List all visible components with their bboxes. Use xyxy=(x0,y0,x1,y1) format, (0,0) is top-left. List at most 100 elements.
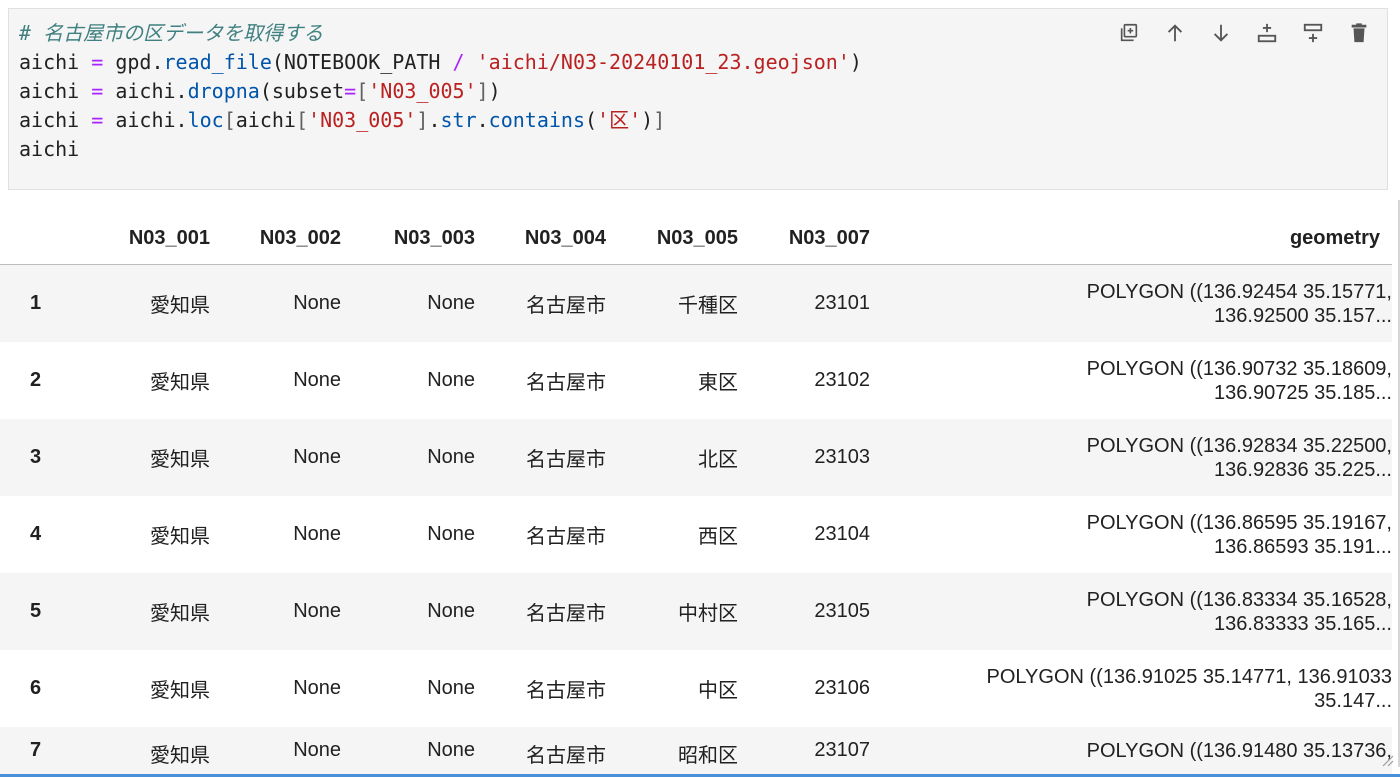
code-token: aichi xyxy=(19,50,92,74)
code-token: [ xyxy=(223,108,236,132)
cell-n03-001: 愛知県 xyxy=(150,745,210,767)
row-index: 7 xyxy=(30,739,42,761)
duplicate-cell-icon xyxy=(1120,23,1138,42)
code-token: 'aichi/N03-20240101_23.geojson' xyxy=(476,50,850,74)
cell-geometry: POLYGON ((136.90732 35.18609, 136.90725 3… xyxy=(870,342,1392,419)
geometry-text: POLYGON ((136.91025 35.14771, 136.91033 xyxy=(986,665,1392,688)
cell-n03-002: None xyxy=(293,446,341,468)
cell-n03-007: 23105 xyxy=(814,600,870,622)
cell-geometry: POLYGON ((136.91480 35.13736, xyxy=(870,727,1392,777)
table-row: 5 愛知県 None None 名古屋市 中村区 23105 POLYGON ((136.83… xyxy=(0,573,1392,650)
code-token: loc xyxy=(187,108,224,132)
cell-n03-005: 中区 xyxy=(698,680,738,702)
cell-n03-005: 東区 xyxy=(698,372,738,394)
code-cell[interactable]: # 名古屋市の区データを取得する aichi = gpd.read_file(NO… xyxy=(8,8,1388,190)
column-header-n03-004: N03_004 xyxy=(475,212,606,265)
code-token: 'N03_005' xyxy=(308,108,417,132)
move-down-icon xyxy=(1213,24,1229,42)
cell-n03-007: 23104 xyxy=(814,523,870,545)
code-token: ] xyxy=(416,108,429,132)
delete-cell-button[interactable] xyxy=(1347,21,1371,45)
insert-below-button[interactable] xyxy=(1301,21,1325,45)
geometry-text: POLYGON ((136.83334 35.16528, xyxy=(1086,588,1392,611)
code-token: ) xyxy=(488,79,501,103)
code-token: ( xyxy=(585,108,598,132)
column-header-n03-005: N03_005 xyxy=(606,212,738,265)
code-token: dropna xyxy=(187,79,260,103)
code-token: aichi xyxy=(19,79,92,103)
code-token: # 名古屋市の区データを取得する xyxy=(19,21,324,45)
column-header-geometry: geometry xyxy=(870,212,1392,265)
cell-n03-001: 愛知県 xyxy=(150,449,210,471)
cell-n03-005: 北区 xyxy=(698,449,738,471)
code-token: 'N03_005' xyxy=(368,79,477,103)
code-editor[interactable]: # 名古屋市の区データを取得する aichi = gpd.read_file(NO… xyxy=(19,19,862,164)
cell-n03-001: 愛知県 xyxy=(150,603,210,625)
table-row: 2 愛知県 None None 名古屋市 東区 23102 POLYGON ((136.907… xyxy=(0,342,1392,419)
delete-icon xyxy=(1351,23,1367,43)
code-token: [ xyxy=(356,79,369,103)
move-up-icon xyxy=(1167,24,1183,42)
cell-n03-003: None xyxy=(427,446,475,468)
cell-n03-003: None xyxy=(427,523,475,545)
column-header-n03-007: N03_007 xyxy=(738,212,870,265)
table-row: 1 愛知県 None None 名古屋市 千種区 23101 POLYGON ((136.92… xyxy=(0,264,1392,343)
cell-n03-002: None xyxy=(293,523,341,545)
code-token: . xyxy=(428,108,441,132)
code-token: / xyxy=(452,50,465,74)
geometry-text: 136.83333 35.165... xyxy=(1214,612,1392,635)
geometry-text: 136.92836 35.225... xyxy=(1214,458,1392,481)
cell-n03-004: 名古屋市 xyxy=(526,603,606,625)
cell-n03-002: None xyxy=(293,292,341,314)
insert-above-icon xyxy=(1257,23,1277,43)
cell-n03-002: None xyxy=(293,677,341,699)
cell-geometry: POLYGON ((136.92454 35.15771, 136.92500 3… xyxy=(870,265,1392,343)
duplicate-cell-button[interactable] xyxy=(1117,21,1141,45)
cell-n03-002: None xyxy=(293,600,341,622)
cell-toolbar xyxy=(1117,21,1371,45)
geometry-text: POLYGON ((136.86595 35.19167, xyxy=(1086,511,1392,534)
cell-n03-003: None xyxy=(427,369,475,391)
cell-n03-007: 23101 xyxy=(814,292,870,314)
code-line: aichi xyxy=(19,135,862,164)
move-up-button[interactable] xyxy=(1163,21,1187,45)
code-token: = xyxy=(91,50,104,74)
code-token: str xyxy=(440,108,477,132)
cell-n03-004: 名古屋市 xyxy=(526,680,606,702)
cell-geometry: POLYGON ((136.91025 35.14771, 136.91033 3… xyxy=(870,650,1392,727)
code-token: contains xyxy=(488,108,585,132)
insert-above-button[interactable] xyxy=(1255,21,1279,45)
code-token: aichi. xyxy=(103,79,188,103)
geometry-text: 136.90725 35.185... xyxy=(1214,381,1392,404)
cell-n03-007: 23103 xyxy=(814,446,870,468)
code-token: ] xyxy=(476,79,489,103)
dataframe-table: N03_001 N03_002 N03_003 N03_004 N03_005 … xyxy=(0,212,1392,777)
resize-grip-icon[interactable] xyxy=(1380,753,1394,767)
cell-output[interactable]: N03_001 N03_002 N03_003 N03_004 N03_005 … xyxy=(0,200,1400,777)
cell-n03-004: 名古屋市 xyxy=(526,526,606,548)
code-token: (NOTEBOOK_PATH xyxy=(271,50,453,74)
cell-n03-004: 名古屋市 xyxy=(526,295,606,317)
code-token: aichi. xyxy=(103,108,188,132)
cell-n03-005: 西区 xyxy=(698,526,738,548)
column-header-index xyxy=(0,212,96,265)
move-down-button[interactable] xyxy=(1209,21,1233,45)
column-header-n03-003: N03_003 xyxy=(341,212,475,265)
cell-n03-002: None xyxy=(293,739,341,761)
geometry-text: 35.147... xyxy=(1314,689,1392,712)
column-header-n03-001: N03_001 xyxy=(96,212,210,265)
geometry-text: POLYGON ((136.92454 35.15771, xyxy=(1086,280,1392,303)
row-index: 6 xyxy=(30,677,42,699)
cell-n03-003: None xyxy=(427,677,475,699)
cell-n03-004: 名古屋市 xyxy=(526,372,606,394)
code-token: aichi xyxy=(19,108,92,132)
geometry-text: POLYGON ((136.92834 35.22500, xyxy=(1086,434,1392,457)
code-token: = xyxy=(91,108,104,132)
table-body: 1 愛知県 None None 名古屋市 千種区 23101 POLYGON ((136.92… xyxy=(0,264,1392,777)
code-line: # 名古屋市の区データを取得する xyxy=(19,19,862,48)
geometry-text: 136.92500 35.157... xyxy=(1214,304,1392,327)
code-line: aichi = aichi.loc[aichi['N03_005'].str.c… xyxy=(19,106,862,135)
code-token: ) xyxy=(641,108,654,132)
cell-n03-001: 愛知県 xyxy=(150,372,210,394)
